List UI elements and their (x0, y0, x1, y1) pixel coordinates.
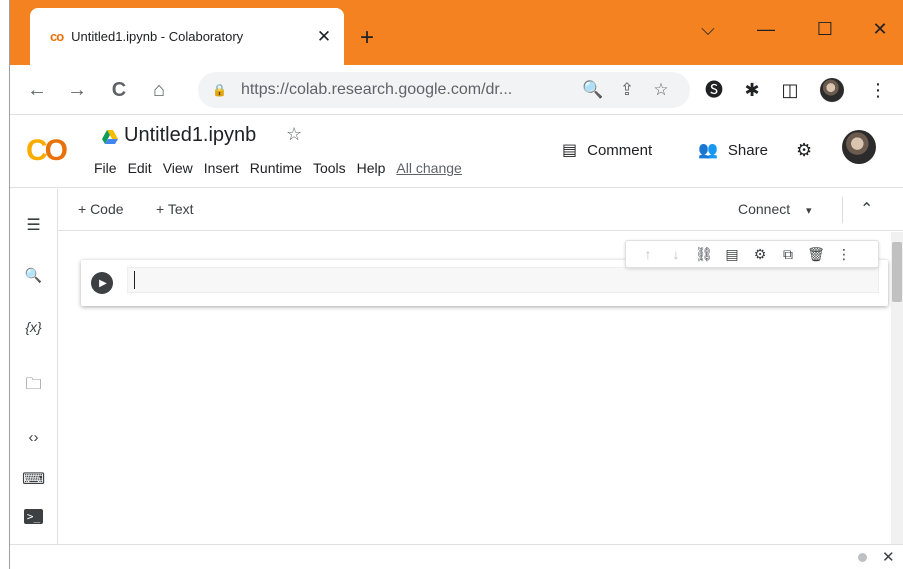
notebook-title[interactable]: Untitled1.ipynb (124, 124, 256, 147)
cell-gutter: ▶ (81, 260, 127, 306)
code-snippets-icon[interactable]: ‹› (10, 429, 57, 446)
cell-toolbar: ↑ ↓ ⛓ ▤ ⚙ ⧉ 🗑 ⋮ (625, 240, 879, 268)
extension-s-icon[interactable]: 🅢 (700, 79, 728, 101)
terminal-glyph: >_ (23, 509, 44, 524)
share-label: Share (727, 141, 768, 159)
comment-icon: ▤ (562, 142, 578, 159)
toolbar-divider (842, 197, 843, 223)
status-indicator-icon (858, 553, 867, 562)
search-icon[interactable]: 🔍 (10, 267, 57, 284)
menu-bar: File Edit View Insert Runtime Tools Help… (94, 160, 462, 176)
new-tab-button[interactable]: + (360, 26, 374, 50)
play-icon: ▶ (99, 277, 107, 289)
command-palette-icon[interactable]: ⌨ (10, 469, 57, 489)
collapse-header-icon[interactable]: ⌃ (860, 199, 873, 219)
settings-gear-icon[interactable]: ⚙ (796, 140, 812, 161)
menu-edit[interactable]: Edit (128, 160, 152, 176)
add-code-button[interactable]: + Code (78, 201, 124, 217)
colab-header: CO Untitled1.ipynb ☆ File Edit View Inse… (10, 116, 903, 188)
move-down-icon[interactable]: ↓ (662, 246, 690, 262)
code-editor[interactable] (127, 267, 879, 293)
menu-insert[interactable]: Insert (204, 160, 239, 176)
colab-logo[interactable]: CO (26, 134, 68, 168)
lock-icon[interactable]: 🔒 (212, 83, 227, 97)
menu-help[interactable]: Help (357, 160, 386, 176)
browser-tab[interactable]: co Untitled1.ipynb - Colaboratory ✕ (30, 8, 344, 65)
connect-button[interactable]: Connect ▾ (738, 201, 812, 217)
star-icon[interactable]: ☆ (286, 124, 302, 145)
move-up-icon[interactable]: ↑ (634, 246, 662, 262)
notebook-area: ▶ ↑ ↓ ⛓ ▤ ⚙ ⧉ 🗑 ⋮ (59, 232, 903, 544)
table-of-contents-icon[interactable]: ☰ (10, 215, 57, 235)
comment-cell-icon[interactable]: ▤ (718, 246, 746, 263)
delete-cell-icon[interactable]: 🗑 (802, 246, 830, 263)
share-button[interactable]: 👥 Share (698, 140, 768, 160)
text-caret (134, 271, 135, 289)
tab-title: Untitled1.ipynb - Colaboratory (71, 29, 244, 44)
mirror-cell-icon[interactable]: ⧉ (774, 246, 802, 263)
cell-settings-icon[interactable]: ⚙ (746, 246, 774, 263)
extensions-puzzle-icon[interactable]: ✱ (738, 79, 766, 101)
status-bar: ✕ (10, 544, 903, 569)
scrollbar-thumb[interactable] (892, 242, 902, 302)
connect-dropdown-icon[interactable]: ▾ (806, 205, 812, 217)
account-avatar[interactable] (842, 130, 876, 164)
home-icon[interactable]: ⌂ (146, 77, 172, 103)
browser-menu-icon[interactable]: ⋮ (864, 79, 892, 101)
run-cell-button[interactable]: ▶ (91, 272, 113, 294)
bookmark-star-icon[interactable]: ☆ (644, 80, 678, 100)
files-icon[interactable]: 🗀 (10, 373, 57, 400)
close-window-button[interactable]: ✕ (860, 14, 900, 44)
address-row: ← → C ⌂ 🔒 https://colab.research.google.… (10, 65, 903, 115)
comment-label: Comment (587, 141, 653, 159)
share-page-icon[interactable]: ⇪ (610, 80, 644, 100)
browser-window: co Untitled1.ipynb - Colaboratory ✕ + ⌵ … (0, 0, 903, 569)
menu-runtime[interactable]: Runtime (250, 160, 302, 176)
terminal-icon[interactable]: >_ (10, 509, 57, 524)
maximize-button[interactable]: ☐ (805, 14, 845, 44)
url-text[interactable]: https://colab.research.google.com/dr... (241, 81, 576, 99)
left-sidebar: ☰ 🔍 {x} 🗀 ‹› ⌨ >_ (10, 189, 58, 544)
tab-close-icon[interactable]: ✕ (314, 27, 334, 47)
more-options-icon[interactable]: ⋮ (830, 246, 858, 263)
title-bar: co Untitled1.ipynb - Colaboratory ✕ + ⌵ … (10, 0, 903, 65)
side-panel-icon[interactable]: ◫ (776, 79, 804, 101)
scrollbar[interactable] (891, 232, 903, 544)
colab-favicon-icon: co (50, 29, 64, 44)
zoom-icon[interactable]: 🔍 (576, 80, 610, 100)
save-status-link[interactable]: All changes saved (396, 160, 462, 176)
reload-icon[interactable]: C (106, 77, 132, 103)
notebook-toolbar: + Code + Text Connect ▾ ⌃ (58, 189, 903, 231)
address-bar[interactable]: 🔒 https://colab.research.google.com/dr..… (198, 72, 690, 108)
minimize-button[interactable]: — (746, 14, 786, 44)
connect-label: Connect (738, 201, 791, 217)
browser-profile-avatar[interactable] (820, 78, 844, 102)
forward-icon[interactable]: → (64, 77, 90, 103)
share-people-icon: 👥 (698, 142, 718, 159)
variables-icon[interactable]: {x} (10, 319, 57, 335)
add-text-button[interactable]: + Text (156, 201, 194, 217)
status-close-icon[interactable]: ✕ (882, 548, 895, 566)
comment-button[interactable]: ▤ Comment (562, 140, 652, 160)
link-icon[interactable]: ⛓ (690, 246, 718, 263)
menu-tools[interactable]: Tools (313, 160, 346, 176)
tab-search-icon[interactable]: ⌵ (688, 14, 728, 44)
menu-view[interactable]: View (163, 160, 193, 176)
back-icon[interactable]: ← (24, 77, 50, 103)
google-drive-icon[interactable] (102, 130, 118, 144)
menu-file[interactable]: File (94, 160, 117, 176)
